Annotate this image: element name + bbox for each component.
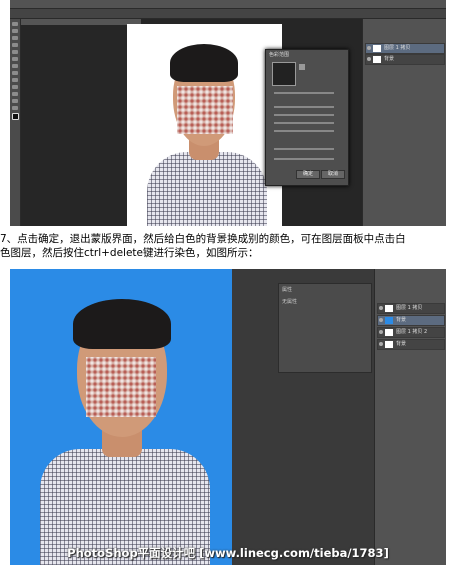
layers-panel: 图层 1 拷贝 背景 <box>362 19 446 226</box>
layer-thumbnail <box>385 329 393 336</box>
dialog-preview <box>272 62 296 86</box>
lasso-icon[interactable] <box>12 36 18 40</box>
photoshop-screenshot-1: 色彩范围 确定 取消 图层 1 拷贝 背景 <box>10 0 446 226</box>
layers-panel: 图层 1 拷贝 背景 图层 1 拷贝 2 背景 <box>374 269 446 565</box>
eye-icon[interactable] <box>367 57 371 61</box>
eye-icon[interactable] <box>379 330 383 334</box>
layer-row[interactable]: 背景 <box>365 54 445 65</box>
hand-icon[interactable] <box>12 99 18 103</box>
range-slider-6[interactable] <box>274 158 334 160</box>
layer-name: 背景 <box>396 341 407 347</box>
hair <box>170 44 238 82</box>
crop-icon[interactable] <box>12 43 18 47</box>
caption-line-1: 7、点击确定，退出蒙版界面，然后给白色的背景换成别的颜色，可在图层面板中点击白 <box>0 233 406 245</box>
layer-thumbnail <box>385 341 393 348</box>
shirt <box>147 152 267 226</box>
options-bar <box>10 9 446 19</box>
zoom-icon[interactable] <box>12 106 18 110</box>
range-slider-1[interactable] <box>274 106 334 108</box>
stamp-icon[interactable] <box>12 64 18 68</box>
gradient-icon[interactable] <box>12 78 18 82</box>
range-slider-5[interactable] <box>274 148 334 150</box>
layer-thumbnail <box>373 56 381 63</box>
range-slider-4[interactable] <box>274 130 334 132</box>
layer-row[interactable]: 图层 1 拷贝 <box>365 43 445 54</box>
range-slider-3[interactable] <box>274 122 334 124</box>
photoshop-screenshot-2: 属性 无属性 图层 1 拷贝 背景 图层 1 拷贝 2 背景 PhotoShop… <box>10 269 446 565</box>
foreground-color-swatch[interactable] <box>11 113 19 120</box>
properties-panel: 属性 无属性 <box>278 283 372 373</box>
type-icon[interactable] <box>12 92 18 96</box>
fuzziness-slider[interactable] <box>274 92 334 94</box>
eyedropper-icon[interactable] <box>12 50 18 54</box>
document-workspace: 色彩范围 确定 取消 <box>21 19 362 226</box>
step-caption: 7、点击确定，退出蒙版界面，然后给白色的背景换成别的颜色，可在图层面板中点击白 … <box>0 232 457 260</box>
layer-name: 背景 <box>384 56 395 62</box>
menu-bar <box>10 0 446 9</box>
caption-line-2: 色图层，然后按住ctrl+delete键进行染色，如图所示： <box>0 247 259 259</box>
tools-panel <box>10 19 21 226</box>
mosaic-censor <box>177 86 233 134</box>
eye-icon[interactable] <box>379 306 383 310</box>
watermark-text: PhotoShop平面设计吧 [www.linecg.com/tieba/178… <box>67 546 389 560</box>
layer-name: 图层 1 拷贝 <box>384 45 411 51</box>
dialog-eyedropper-icon[interactable] <box>299 64 305 70</box>
layer-name: 背景 <box>396 317 407 323</box>
layer-thumbnail <box>373 45 381 52</box>
layer-name: 图层 1 拷贝 <box>396 305 423 311</box>
hair <box>73 299 171 349</box>
document-canvas[interactable] <box>127 24 282 226</box>
document-tab[interactable] <box>21 19 141 25</box>
eye-icon[interactable] <box>367 46 371 50</box>
layer-thumbnail <box>385 305 393 312</box>
layer-name: 图层 1 拷贝 2 <box>396 329 428 335</box>
eye-icon[interactable] <box>379 318 383 322</box>
ok-button[interactable]: 确定 <box>296 170 320 179</box>
layer-row-selected[interactable]: 背景 <box>377 315 445 326</box>
layer-row[interactable]: 背景 <box>377 339 445 350</box>
eraser-icon[interactable] <box>12 71 18 75</box>
pen-icon[interactable] <box>12 85 18 89</box>
marquee-icon[interactable] <box>12 29 18 33</box>
mosaic-censor <box>86 357 156 417</box>
properties-subtitle: 无属性 <box>282 299 298 305</box>
dialog-title: 色彩范围 <box>269 52 290 58</box>
layer-thumbnail <box>385 317 393 324</box>
color-range-dialog: 色彩范围 确定 取消 <box>265 49 349 186</box>
layer-row[interactable]: 图层 1 拷贝 2 <box>377 327 445 338</box>
cancel-button[interactable]: 取消 <box>321 170 345 179</box>
eye-icon[interactable] <box>379 342 383 346</box>
brush-icon[interactable] <box>12 57 18 61</box>
layer-row[interactable]: 图层 1 拷贝 <box>377 303 445 314</box>
properties-title: 属性 <box>282 287 293 293</box>
document-canvas[interactable] <box>10 269 232 565</box>
range-slider-2[interactable] <box>274 114 334 116</box>
move-icon[interactable] <box>12 22 18 26</box>
